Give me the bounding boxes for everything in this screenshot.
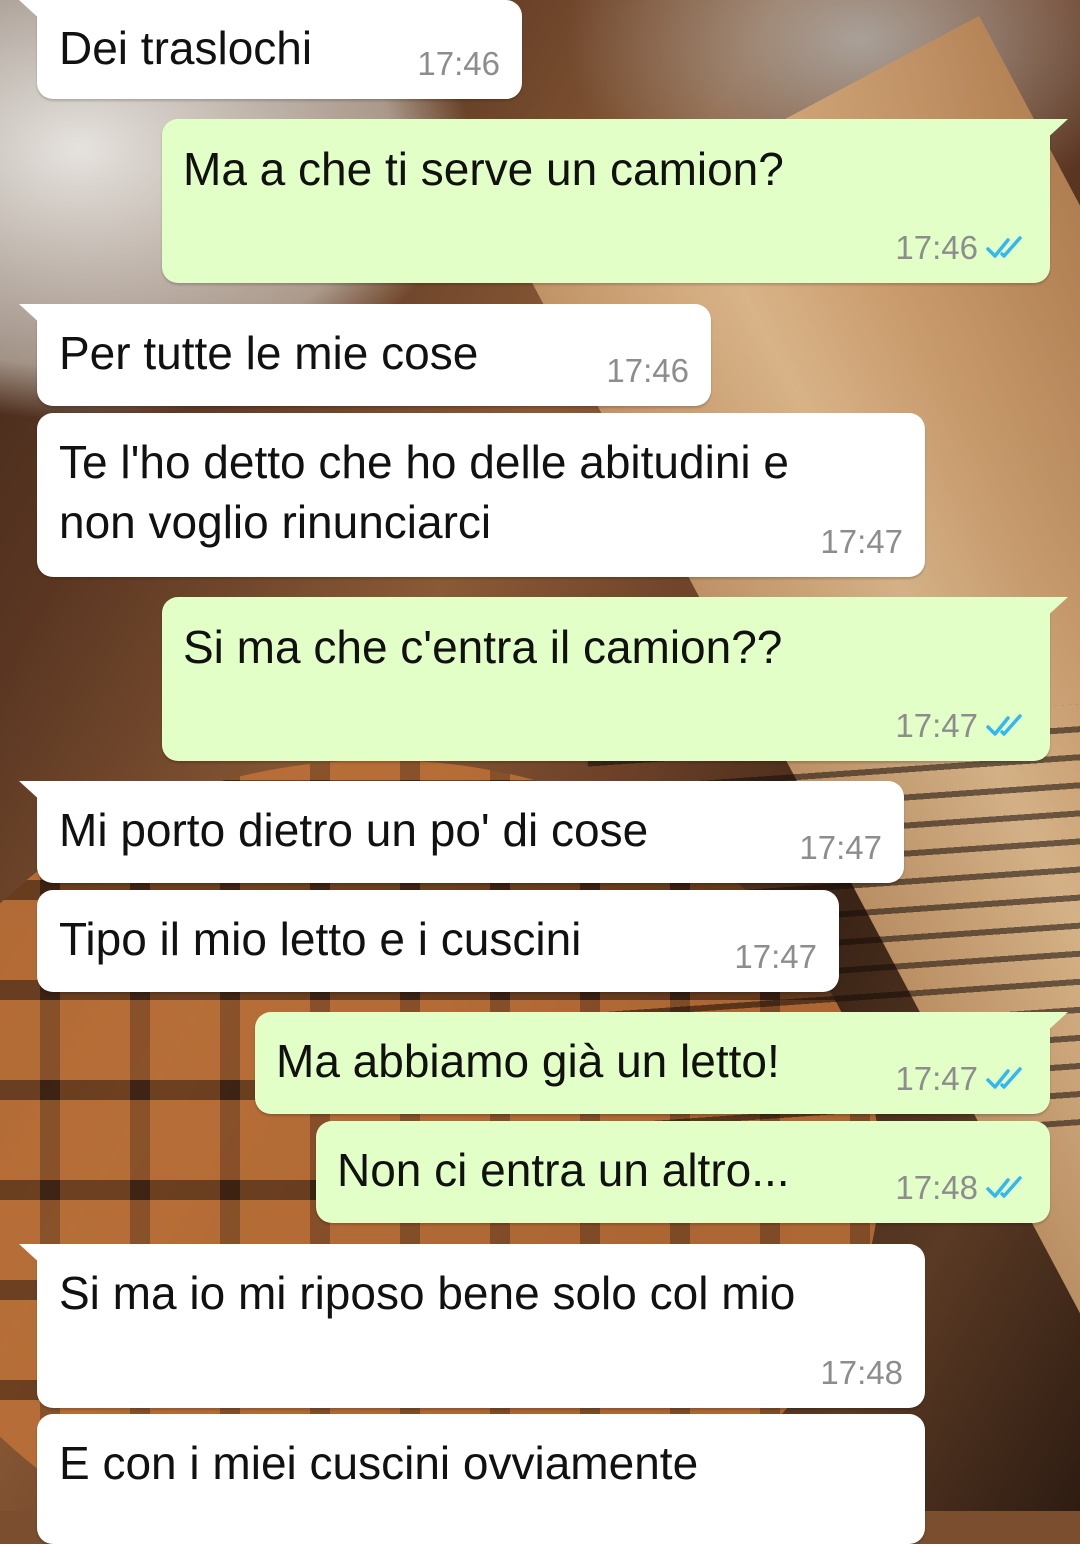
message-text: Ma abbiamo già un letto! xyxy=(276,1035,780,1087)
message-text: Ma a che ti serve un camion? xyxy=(183,143,784,195)
message-time: 17:47 xyxy=(799,829,882,866)
double-check-icon xyxy=(986,235,1028,261)
message-list[interactable]: Dei traslochi 17:46 Ma a che ti serve un… xyxy=(0,0,1080,1544)
double-check-icon xyxy=(986,1066,1028,1092)
message-text: Mi porto dietro un po' di cose xyxy=(59,804,649,856)
message-bubble-incoming[interactable]: Mi porto dietro un po' di cose 17:47 xyxy=(19,781,904,883)
message-time: 17:47 xyxy=(895,707,978,744)
message-time: 17:47 xyxy=(734,938,817,975)
message-bubble-outgoing[interactable]: Ma abbiamo già un letto! 17:47 xyxy=(255,1012,1068,1114)
message-bubble-incoming[interactable]: Tipo il mio letto e i cuscini 17:47 xyxy=(37,890,839,992)
message-bubble-outgoing[interactable]: Si ma che c'entra il camion?? 17:47 xyxy=(162,597,1068,761)
message-bubble-incoming[interactable]: Si ma io mi riposo bene solo col mio 17:… xyxy=(19,1244,925,1408)
message-text: Si ma io mi riposo bene solo col mio xyxy=(59,1267,796,1319)
message-bubble-incoming[interactable]: Dei traslochi 17:46 xyxy=(19,0,522,99)
message-time: 17:46 xyxy=(895,229,978,266)
message-bubble-incoming[interactable]: Te l'ho detto che ho delle abitudini e n… xyxy=(37,413,925,577)
double-check-icon xyxy=(986,713,1028,739)
message-time: 17:46 xyxy=(606,352,689,389)
message-bubble-incoming[interactable]: Per tutte le mie cose 17:46 xyxy=(19,304,711,406)
message-text: Dei traslochi xyxy=(59,22,313,74)
message-text: Si ma che c'entra il camion?? xyxy=(183,621,783,673)
message-time: 17:48 xyxy=(895,1169,978,1206)
message-bubble-outgoing[interactable]: Ma a che ti serve un camion? 17:46 xyxy=(162,119,1068,283)
message-text: Per tutte le mie cose xyxy=(59,327,479,379)
message-text: Non ci entra un altro... xyxy=(337,1144,790,1196)
message-bubble-outgoing[interactable]: Non ci entra un altro... 17:48 xyxy=(316,1121,1050,1223)
message-text: E con i miei cuscini ovviamente xyxy=(59,1437,699,1489)
double-check-icon xyxy=(986,1175,1028,1201)
message-time: 17:47 xyxy=(820,523,903,560)
message-time: 17:47 xyxy=(895,1060,978,1097)
message-text: Tipo il mio letto e i cuscini xyxy=(59,913,582,965)
message-time: 17:46 xyxy=(417,45,500,82)
message-bubble-incoming[interactable]: E con i miei cuscini ovviamente xyxy=(37,1414,925,1544)
message-time: 17:48 xyxy=(820,1354,903,1391)
message-text: Te l'ho detto che ho delle abitudini e n… xyxy=(59,436,789,548)
